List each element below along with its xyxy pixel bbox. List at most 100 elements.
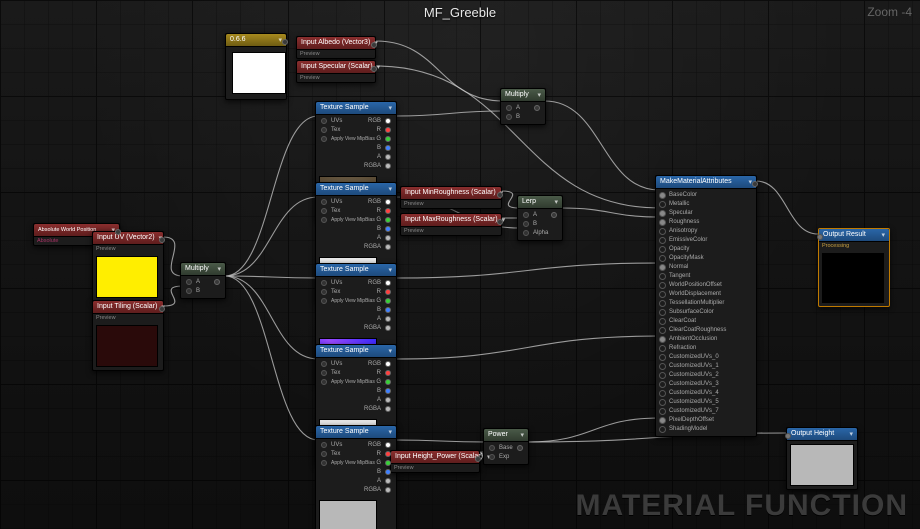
node-multiply-albedo[interactable]: Multiply▾ A B bbox=[500, 88, 546, 125]
attr-pin-customizeduvs_4[interactable]: CustomizedUVs_4 bbox=[656, 389, 756, 398]
output-pin[interactable] bbox=[282, 39, 288, 45]
attr-pin-metallic[interactable]: Metallic bbox=[656, 200, 756, 209]
output-pin-g[interactable] bbox=[385, 136, 391, 142]
attr-pin-tangent[interactable]: Tangent bbox=[656, 272, 756, 281]
output-pin[interactable] bbox=[475, 456, 481, 462]
output-pin[interactable] bbox=[371, 66, 377, 72]
node-explode[interactable]: 0.6.6▾ bbox=[225, 33, 287, 100]
attr-pin-anisotropy[interactable]: Anisotropy bbox=[656, 227, 756, 236]
input-pin-a[interactable] bbox=[523, 212, 529, 218]
output-pin-rgb[interactable] bbox=[385, 199, 391, 205]
attr-pin-subsurfacecolor[interactable]: SubsurfaceColor bbox=[656, 308, 756, 317]
output-pin[interactable] bbox=[517, 445, 523, 451]
input-pin-b[interactable] bbox=[186, 288, 192, 294]
attr-pin-shadingmodel[interactable]: ShadingModel bbox=[656, 425, 756, 434]
output-pin-r[interactable] bbox=[385, 127, 391, 133]
node-lerp[interactable]: Lerp▾ A B Alpha bbox=[517, 195, 563, 241]
input-pin-b[interactable] bbox=[506, 114, 512, 120]
output-pin[interactable] bbox=[752, 181, 758, 187]
attr-pin-customizeduvs_0[interactable]: CustomizedUVs_0 bbox=[656, 353, 756, 362]
attr-pin-customizeduvs_7[interactable]: CustomizedUVs_7 bbox=[656, 407, 756, 416]
attr-pin-worldpositionoffset[interactable]: WorldPositionOffset bbox=[656, 281, 756, 290]
node-input-specular[interactable]: Input Specular (Scalar)▾ Preview bbox=[296, 60, 376, 83]
output-pin-a[interactable] bbox=[385, 397, 391, 403]
output-pin[interactable] bbox=[115, 229, 121, 235]
output-pin-rgb[interactable] bbox=[385, 118, 391, 124]
output-pin-a[interactable] bbox=[385, 478, 391, 484]
output-pin-rgb[interactable] bbox=[385, 361, 391, 367]
attr-pin-opacity[interactable]: Opacity bbox=[656, 245, 756, 254]
attr-pin-opacitymask[interactable]: OpacityMask bbox=[656, 254, 756, 263]
attr-pin-worlddisplacement[interactable]: WorldDisplacement bbox=[656, 290, 756, 299]
output-pin-g[interactable] bbox=[385, 298, 391, 304]
output-pin[interactable] bbox=[551, 212, 557, 218]
input-pin-uvs[interactable] bbox=[321, 199, 327, 205]
output-pin-b[interactable] bbox=[385, 469, 391, 475]
input-pin-uvs[interactable] bbox=[321, 280, 327, 286]
output-pin[interactable] bbox=[214, 279, 220, 285]
node-make-material-attributes[interactable]: MakeMaterialAttributes▾ BaseColorMetalli… bbox=[655, 175, 757, 437]
node-input-maxroughness[interactable]: Input MaxRoughness (Scalar)▾ Preview bbox=[400, 213, 502, 236]
attr-pin-emissivecolor[interactable]: EmissiveColor bbox=[656, 236, 756, 245]
output-pin-a[interactable] bbox=[385, 316, 391, 322]
input-pin-tex[interactable] bbox=[321, 451, 327, 457]
output-pin-rgba[interactable] bbox=[385, 406, 391, 412]
output-pin-rgb[interactable] bbox=[385, 280, 391, 286]
input-pin-a[interactable] bbox=[506, 105, 512, 111]
output-pin-rgba[interactable] bbox=[385, 487, 391, 493]
input-pin-tex[interactable] bbox=[321, 289, 327, 295]
attr-pin-normal[interactable]: Normal bbox=[656, 263, 756, 272]
output-pin-r[interactable] bbox=[385, 370, 391, 376]
attr-pin-refraction[interactable]: Refraction bbox=[656, 344, 756, 353]
input-pin-tex[interactable] bbox=[321, 370, 327, 376]
output-pin-r[interactable] bbox=[385, 289, 391, 295]
attr-pin-basecolor[interactable]: BaseColor bbox=[656, 191, 756, 200]
output-pin-rgba[interactable] bbox=[385, 244, 391, 250]
node-input-tiling[interactable]: Input Tiling (Scalar)▾ Preview bbox=[92, 300, 164, 371]
input-pin-mip[interactable] bbox=[321, 217, 327, 223]
attr-pin-ambientocclusion[interactable]: AmbientOcclusion bbox=[656, 335, 756, 344]
output-pin-g[interactable] bbox=[385, 379, 391, 385]
node-output-height[interactable]: Output Height▾ bbox=[786, 427, 858, 490]
output-pin-r[interactable] bbox=[385, 451, 391, 457]
input-pin-base[interactable] bbox=[489, 445, 495, 451]
attr-pin-roughness[interactable]: Roughness bbox=[656, 218, 756, 227]
node-output-result[interactable]: Output Result▾ Processing bbox=[818, 228, 890, 307]
output-pin-g[interactable] bbox=[385, 217, 391, 223]
output-pin-g[interactable] bbox=[385, 460, 391, 466]
input-pin-mip[interactable] bbox=[321, 136, 327, 142]
input-pin-mip[interactable] bbox=[321, 460, 327, 466]
output-pin-b[interactable] bbox=[385, 307, 391, 313]
node-input-heightpower[interactable]: Input Height_Power (Scalar)▾ Preview bbox=[390, 450, 480, 473]
output-pin-a[interactable] bbox=[385, 154, 391, 160]
output-pin-rgb[interactable] bbox=[385, 442, 391, 448]
output-pin-rgba[interactable] bbox=[385, 163, 391, 169]
input-pin-tex[interactable] bbox=[321, 208, 327, 214]
output-pin[interactable] bbox=[497, 192, 503, 198]
input-pin[interactable] bbox=[817, 234, 823, 240]
node-texture-sample-5[interactable]: Texture Sample▾ UVsRGB TexR Apply View M… bbox=[315, 425, 397, 529]
attr-pin-clearcoatroughness[interactable]: ClearCoatRoughness bbox=[656, 326, 756, 335]
attr-pin-pixeldepthoffset[interactable]: PixelDepthOffset bbox=[656, 416, 756, 425]
node-multiply-uv[interactable]: Multiply▾ A B bbox=[180, 262, 226, 299]
attr-pin-customizeduvs_5[interactable]: CustomizedUVs_5 bbox=[656, 398, 756, 407]
attr-pin-tessellationmultiplier[interactable]: TessellationMultiplier bbox=[656, 299, 756, 308]
output-pin-b[interactable] bbox=[385, 226, 391, 232]
input-pin-a[interactable] bbox=[186, 279, 192, 285]
input-pin[interactable] bbox=[785, 433, 791, 439]
output-pin-b[interactable] bbox=[385, 388, 391, 394]
output-pin[interactable] bbox=[159, 237, 165, 243]
input-pin-uvs[interactable] bbox=[321, 118, 327, 124]
output-pin-a[interactable] bbox=[385, 235, 391, 241]
output-pin[interactable] bbox=[497, 219, 503, 225]
output-pin[interactable] bbox=[371, 42, 377, 48]
node-input-minroughness[interactable]: Input MinRoughness (Scalar)▾ Preview bbox=[400, 186, 502, 209]
input-pin-exp[interactable] bbox=[489, 454, 495, 460]
output-pin-rgba[interactable] bbox=[385, 325, 391, 331]
input-pin-alpha[interactable] bbox=[523, 230, 529, 236]
attr-pin-customizeduvs_3[interactable]: CustomizedUVs_3 bbox=[656, 380, 756, 389]
input-pin-uvs[interactable] bbox=[321, 361, 327, 367]
attr-pin-specular[interactable]: Specular bbox=[656, 209, 756, 218]
node-power[interactable]: Power▾ Base Exp bbox=[483, 428, 529, 465]
attr-pin-customizeduvs_1[interactable]: CustomizedUVs_1 bbox=[656, 362, 756, 371]
